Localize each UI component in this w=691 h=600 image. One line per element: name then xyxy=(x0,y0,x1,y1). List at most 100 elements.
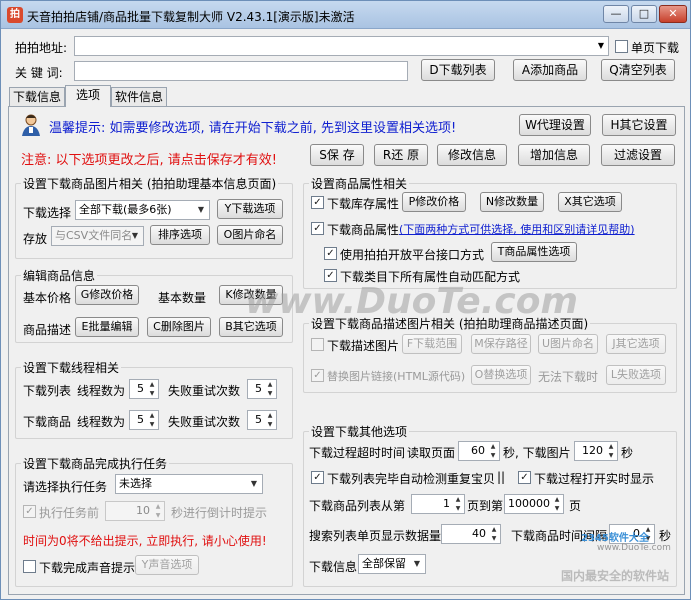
download-range-button[interactable]: F下载范围 xyxy=(402,334,462,354)
sound-checkbox[interactable] xyxy=(23,560,36,573)
edit-group-title: 编辑商品信息 xyxy=(21,267,98,284)
product-retry-label: 失败重试次数 xyxy=(168,415,241,429)
single-page-label: 单页下载 xyxy=(631,41,680,55)
exec-before-label: 执行任务前 xyxy=(39,506,100,520)
spin-arrows-icon[interactable]: ▲ ▼ xyxy=(264,380,276,398)
save-path-button[interactable]: M保存路径 xyxy=(471,334,531,354)
watermark-text: www.DuoTe.com xyxy=(245,281,578,322)
watermark-logo: 2345软件大全 xyxy=(581,533,649,544)
attr-modify-price-button[interactable]: P修改价格 xyxy=(402,192,466,212)
spin-arrows-icon[interactable]: ▲ ▼ xyxy=(452,495,464,513)
single-page-checkbox[interactable] xyxy=(615,40,628,53)
restore-icon[interactable]: □ xyxy=(631,5,657,23)
image-rename-button[interactable]: O图片命名 xyxy=(217,225,283,245)
spin-arrows-icon[interactable]: ▲ ▼ xyxy=(264,411,276,429)
use-api-checkbox[interactable]: ✓ xyxy=(324,247,337,260)
desc-image-checkbox[interactable] xyxy=(311,338,324,351)
attr-options-button[interactable]: T商品属性选项 xyxy=(491,242,577,262)
sort-options-button[interactable]: 排序选项 xyxy=(150,225,210,245)
store-label: 存放 xyxy=(23,232,48,246)
chevron-down-icon: ▼ xyxy=(197,205,205,214)
filter-settings-button[interactable]: 过滤设置 xyxy=(601,144,675,166)
task-select[interactable]: 未选择 ▼ xyxy=(115,474,263,494)
task-select-value: 未选择 xyxy=(119,477,152,490)
sec-unit-label: 秒 xyxy=(621,446,634,460)
task-warning: 时间为0将不给出提示, 立即执行, 请小心使用! xyxy=(23,534,267,548)
delete-image-button[interactable]: C删除图片 xyxy=(147,317,211,337)
spin-arrows-icon[interactable]: ▲ ▼ xyxy=(146,411,158,429)
stock-attr-checkbox[interactable]: ✓ xyxy=(311,196,324,209)
add-info-button[interactable]: 增加信息 xyxy=(518,144,590,166)
chevron-down-icon: ▼ xyxy=(413,559,421,568)
interval-unit-label: 秒 xyxy=(659,529,672,543)
replace-link-checkbox[interactable]: ✓ xyxy=(311,369,324,382)
keyword-label: 关 键 词: xyxy=(15,66,63,80)
tab-software-info[interactable]: 软件信息 xyxy=(111,87,167,107)
product-label: 下载商品 xyxy=(23,415,72,429)
task-group-title: 设置下载商品完成执行任务 xyxy=(21,455,170,472)
auto-detect-text: 完毕自动检测重复宝贝 xyxy=(375,472,496,486)
desc-image-rename-button[interactable]: U图片命名 xyxy=(538,334,598,354)
base-qty-label: 基本数量 xyxy=(158,291,207,305)
image-settings-group xyxy=(15,183,293,259)
img-timeout-label: 秒, 下载图片 xyxy=(503,446,571,460)
store-select-value: 与CSV文件同名 xyxy=(55,229,133,242)
timeout-label: 下载过程超时时间 xyxy=(309,446,406,460)
sound-options-button[interactable]: Y声音选项 xyxy=(135,555,199,575)
batch-edit-button[interactable]: E批量编辑 xyxy=(75,317,139,337)
list-from-label: 下载商品列表从第 xyxy=(309,499,406,513)
download-list-button[interactable]: D下载列表 xyxy=(421,59,495,81)
download-select[interactable]: 全部下载(最多6张) ▼ xyxy=(75,200,210,220)
url-label: 拍拍地址: xyxy=(15,41,68,55)
page-unit-label: 页 xyxy=(569,499,582,513)
save-button[interactable]: S保 存 xyxy=(310,144,364,166)
modify-price-button[interactable]: G修改价格 xyxy=(75,285,139,305)
app-icon: 拍 xyxy=(7,7,23,23)
url-dropdown-icon[interactable]: ▼ xyxy=(595,37,607,55)
list-label: 下载列表 xyxy=(23,384,72,398)
realtime-checkbox[interactable]: ✓ xyxy=(518,471,531,484)
separator-text: || xyxy=(497,470,506,484)
download-options-button[interactable]: Y下载选项 xyxy=(217,199,283,219)
replace-link-label: 替换图片链接(HTML源代码) xyxy=(327,370,466,383)
chevron-down-icon: ▼ xyxy=(131,231,139,240)
task-select-label: 请选择执行任务 xyxy=(23,480,108,494)
info-select-value: 全部保留 xyxy=(362,557,406,570)
spin-arrows-icon[interactable]: ▲ ▼ xyxy=(488,525,500,543)
exec-before-checkbox[interactable]: ✓ xyxy=(23,505,36,518)
spin-arrows-icon[interactable]: ▲ ▼ xyxy=(146,380,158,398)
chevron-down-icon: ▼ xyxy=(250,479,258,488)
desc-other-options-button[interactable]: J其它选项 xyxy=(606,334,666,354)
spin-arrows-icon[interactable]: ▲ ▼ xyxy=(487,442,499,460)
watermark-url: www.DuoTe.com xyxy=(597,543,671,553)
add-product-button[interactable]: A添加商品 xyxy=(513,59,587,81)
attr-help-link[interactable]: (下面两种方式可供选择, 使用和区别请详见帮助) xyxy=(399,221,635,237)
url-input[interactable] xyxy=(74,36,609,56)
tab-download-info[interactable]: 下载信息 xyxy=(9,87,65,107)
user-tip-icon xyxy=(20,113,42,137)
auto-detect-label: 下载列表 xyxy=(327,472,376,486)
product-attr-checkbox[interactable]: ✓ xyxy=(311,222,324,235)
replace-options-button[interactable]: O替换选项 xyxy=(471,365,531,385)
list-retry-label: 失败重试次数 xyxy=(168,384,241,398)
read-page-label: 读取页面 xyxy=(407,446,456,460)
fail-options-button[interactable]: L失败选项 xyxy=(606,365,666,385)
clear-list-button[interactable]: Q清空列表 xyxy=(601,59,675,81)
keyword-input[interactable] xyxy=(74,61,408,81)
proxy-settings-button[interactable]: W代理设置 xyxy=(519,114,591,136)
attr-other-options-button[interactable]: X其它选项 xyxy=(558,192,622,212)
info-select[interactable]: 全部保留 ▼ xyxy=(358,554,426,574)
other-settings-button[interactable]: H其它设置 xyxy=(602,114,676,136)
close-icon[interactable]: ✕ xyxy=(659,5,687,23)
spin-arrows-icon[interactable]: ▲ ▼ xyxy=(152,502,164,520)
store-select[interactable]: 与CSV文件同名 ▼ xyxy=(51,226,144,246)
tab-options[interactable]: 选项 xyxy=(65,85,111,107)
spin-arrows-icon[interactable]: ▲ ▼ xyxy=(605,442,617,460)
attr-modify-qty-button[interactable]: N修改数量 xyxy=(480,192,544,212)
modify-info-button[interactable]: 修改信息 xyxy=(437,144,507,166)
restore-button[interactable]: R还 原 xyxy=(374,144,428,166)
auto-detect-checkbox[interactable]: ✓ xyxy=(311,471,324,484)
spin-arrows-icon[interactable]: ▲ ▼ xyxy=(551,495,563,513)
minimize-icon[interactable]: — xyxy=(603,5,629,23)
window-title: 天音拍拍店铺/商品批量下载复制大师 V2.43.1[演示版]未激活 xyxy=(27,10,355,24)
